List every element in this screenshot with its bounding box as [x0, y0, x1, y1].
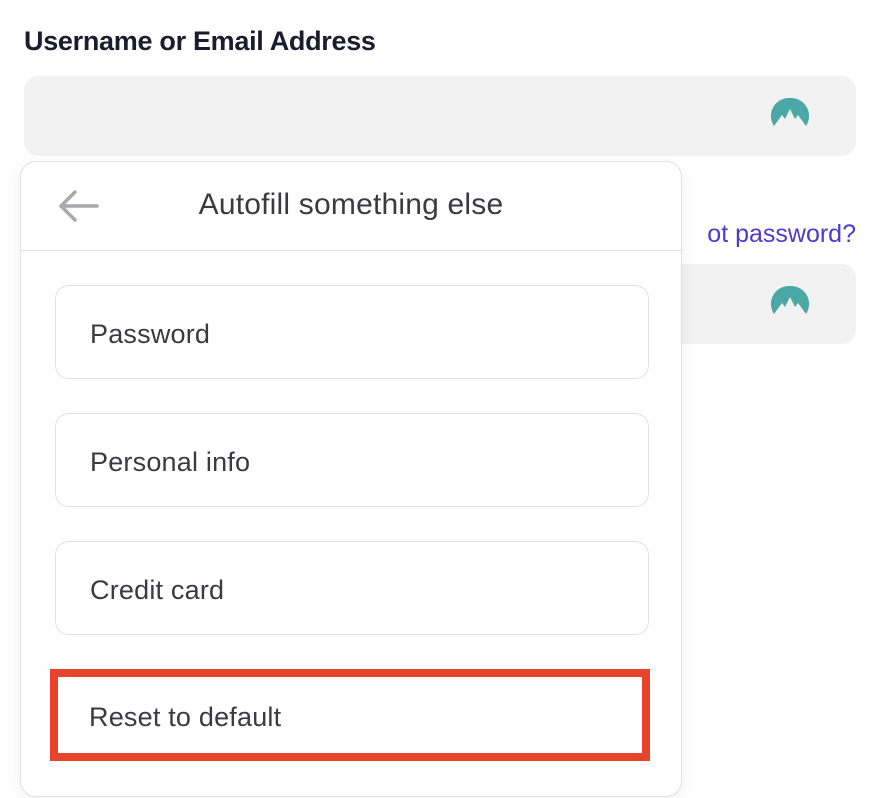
autofill-popup: Autofill something else Password Persona… [20, 161, 682, 797]
username-input[interactable] [24, 76, 856, 156]
option-label: Password [90, 319, 211, 349]
nordpass-icon[interactable] [770, 284, 810, 322]
option-personal-info[interactable]: Personal info [55, 413, 649, 507]
reset-label: Reset to default [89, 702, 282, 732]
option-label: Personal info [90, 447, 251, 477]
option-credit-card[interactable]: Credit card [55, 541, 649, 635]
login-page: Username or Email Address ot password? A… [0, 0, 888, 798]
forgot-password-link[interactable]: ot password? [707, 220, 856, 249]
option-label: Credit card [90, 575, 225, 605]
reset-to-default-button[interactable]: Reset to default [50, 669, 650, 761]
nordpass-icon[interactable] [770, 96, 810, 134]
username-label: Username or Email Address [24, 26, 376, 56]
popup-header: Autofill something else [21, 162, 681, 251]
option-password[interactable]: Password [55, 285, 649, 379]
popup-title: Autofill something else [198, 188, 504, 221]
